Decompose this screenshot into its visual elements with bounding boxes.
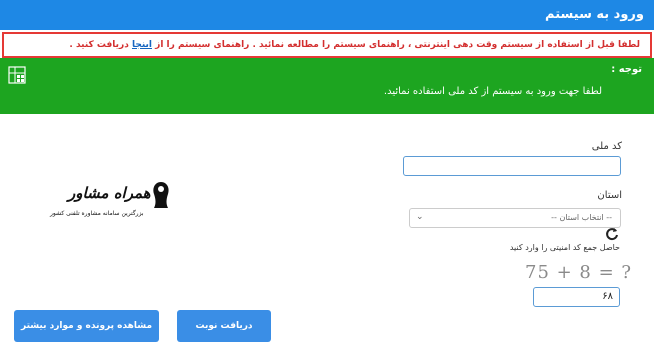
national-code-label: کد ملی [591, 141, 622, 152]
chevron-down-icon: ⌄ [416, 212, 424, 222]
page-header: ورود به سیستم [0, 0, 654, 30]
captcha-answer-input[interactable]: ۶۸ [533, 287, 620, 307]
view-file-button[interactable]: مشاهده پرونده و موارد بیشتر [14, 310, 159, 342]
guide-download-link[interactable]: اینجا [132, 40, 152, 50]
refresh-captcha-icon[interactable] [605, 227, 619, 241]
captcha-instruction: حاصل جمع کد امنیتی را وارد کنید [509, 243, 620, 252]
page-title: ورود به سیستم [545, 7, 644, 22]
hamrah-moshaver-logo: همراه مشاور بزرگترین سامانه مشاوره تلفنی… [48, 180, 178, 224]
national-code-input[interactable] [403, 156, 621, 176]
get-appointment-button[interactable]: دریافت نوبت [177, 310, 271, 342]
notice-text: لطفا قبل از استفاده از سیستم وقت دهی این… [155, 40, 640, 50]
province-selected-value: -- انتخاب استان -- [551, 213, 612, 222]
logo-figure-icon [153, 182, 169, 208]
captcha-image: 75 + 8 = ? [525, 262, 633, 283]
alert-message: لطفا جهت ورود به سیستم از کد ملی استفاده… [383, 86, 602, 97]
guide-notice: لطفا قبل از استفاده از سیستم وقت دهی این… [2, 32, 652, 58]
province-select[interactable]: -- انتخاب استان -- ⌄ [409, 208, 621, 228]
notice-text-end: دریافت کنید . [69, 40, 129, 50]
logo-name: همراه مشاور [68, 184, 151, 202]
info-alert: توجه : لطفا جهت ورود به سیستم از کد ملی … [0, 58, 654, 114]
province-label: استان [597, 190, 622, 201]
grid-icon [8, 66, 26, 84]
alert-title: توجه : [611, 64, 642, 75]
logo-tagline: بزرگترین سامانه مشاوره تلفنی کشور [50, 210, 144, 217]
